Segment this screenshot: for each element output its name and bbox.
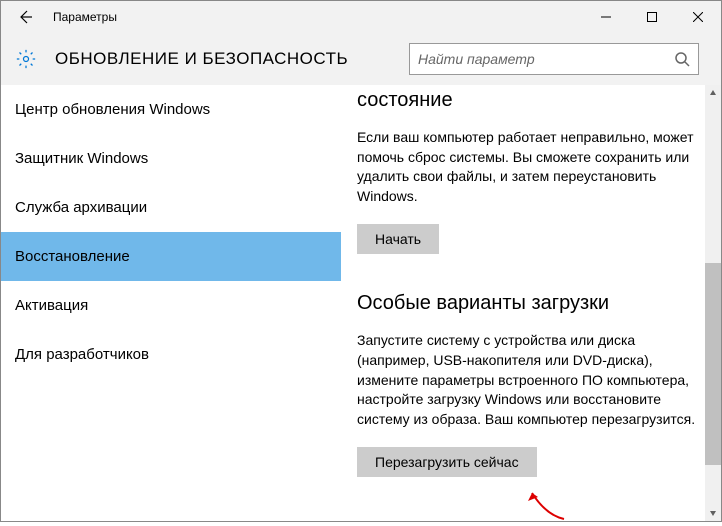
search-icon xyxy=(674,51,690,67)
scroll-up-arrow[interactable] xyxy=(705,85,721,101)
restart-now-button[interactable]: Перезагрузить сейчас xyxy=(357,447,537,477)
sidebar-item-recovery[interactable]: Восстановление xyxy=(1,232,341,281)
sidebar: Центр обновления Windows Защитник Window… xyxy=(1,85,341,521)
search-box[interactable] xyxy=(409,43,699,75)
minimize-button[interactable] xyxy=(583,1,629,33)
section-desc-reset: Если ваш компьютер работает неправильно,… xyxy=(357,128,697,206)
window-controls xyxy=(583,1,721,33)
scrollbar[interactable] xyxy=(705,85,721,521)
search-input[interactable] xyxy=(418,51,674,67)
maximize-button[interactable] xyxy=(629,1,675,33)
section-desc-advanced-startup: Запустите систему с устройства или диска… xyxy=(357,331,697,429)
page-title: ОБНОВЛЕНИЕ И БЕЗОПАСНОСТЬ xyxy=(55,49,409,69)
window-title: Параметры xyxy=(53,10,117,24)
gear-icon xyxy=(15,48,37,70)
scroll-thumb[interactable] xyxy=(705,263,721,465)
body-area: Центр обновления Windows Защитник Window… xyxy=(1,85,721,521)
back-button[interactable] xyxy=(1,1,49,33)
section-title-advanced-startup: Особые варианты загрузки xyxy=(357,292,697,315)
scroll-track[interactable] xyxy=(705,101,721,505)
header: ОБНОВЛЕНИЕ И БЕЗОПАСНОСТЬ xyxy=(1,33,721,85)
section-title-reset: состояние xyxy=(357,89,697,112)
sidebar-item-for-developers[interactable]: Для разработчиков xyxy=(1,330,341,379)
close-button[interactable] xyxy=(675,1,721,33)
scroll-down-arrow[interactable] xyxy=(705,505,721,521)
start-button[interactable]: Начать xyxy=(357,224,439,254)
sidebar-item-windows-defender[interactable]: Защитник Windows xyxy=(1,134,341,183)
sidebar-item-backup[interactable]: Служба архивации xyxy=(1,183,341,232)
sidebar-item-activation[interactable]: Активация xyxy=(1,281,341,330)
content: состояние Если ваш компьютер работает не… xyxy=(341,85,721,521)
sidebar-item-windows-update[interactable]: Центр обновления Windows xyxy=(1,85,341,134)
titlebar: Параметры xyxy=(1,1,721,33)
